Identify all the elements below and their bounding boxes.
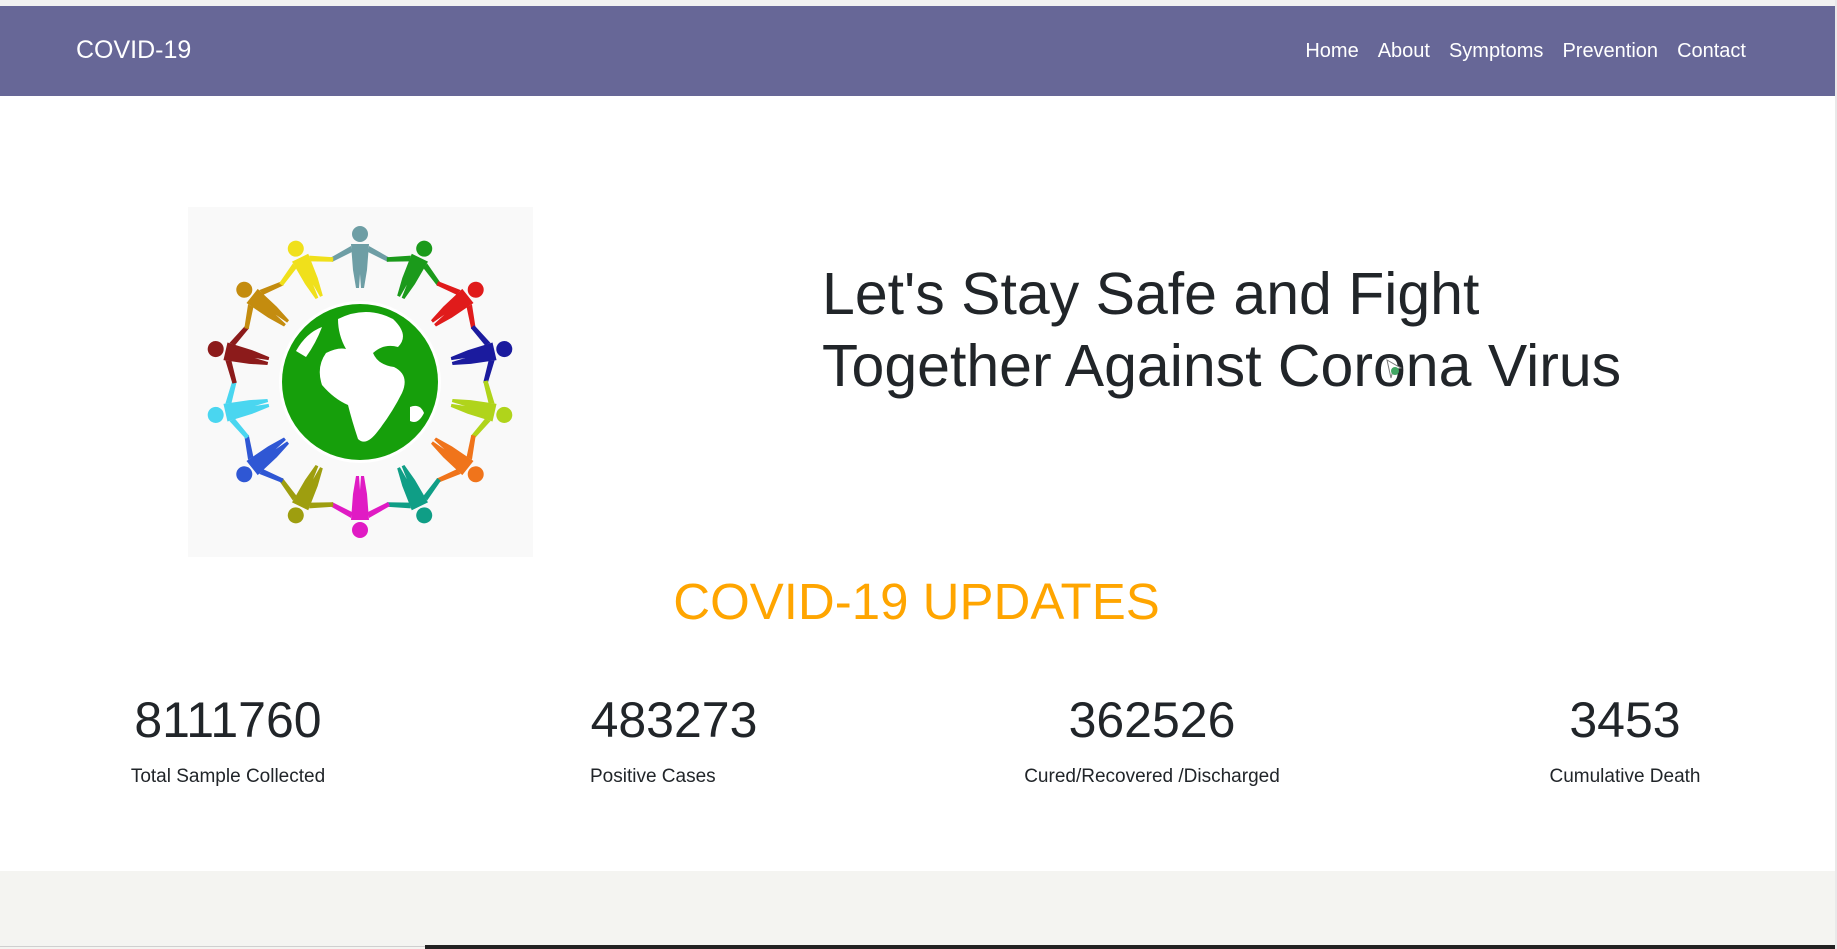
stat-label: Cumulative Death — [1549, 766, 1701, 787]
nav-link-contact[interactable]: Contact — [1677, 40, 1746, 63]
stat-value: 3453 — [1569, 692, 1681, 748]
nav-link-prevention[interactable]: Prevention — [1562, 40, 1658, 63]
nav-link-home[interactable]: Home — [1305, 40, 1358, 63]
nav-links: Home About Symptoms Prevention Contact — [1305, 40, 1746, 63]
nav-link-symptoms[interactable]: Symptoms — [1449, 40, 1543, 63]
stat-positive-cases: 483273 Positive Cases — [574, 691, 774, 788]
navbar: COVID-19 Home About Symptoms Prevention … — [0, 6, 1835, 96]
stat-label: Total Sample Collected — [130, 766, 326, 787]
hero-title-line2: Together Against Corona Virus — [822, 333, 1622, 399]
footer-bar — [425, 945, 1835, 949]
stat-value: 362526 — [1068, 692, 1236, 748]
updates-title: COVID-19 UPDATES — [0, 572, 1835, 631]
updates-title-text: COVID-19 UPDATES — [673, 573, 1160, 630]
hero-title-line1: Let's Stay Safe and Fight — [822, 261, 1480, 327]
nav-link-about[interactable]: About — [1378, 40, 1430, 63]
hero-title: Let's Stay Safe and Fight Together Again… — [822, 258, 1702, 402]
footer-divider — [0, 946, 425, 947]
people-around-globe-icon — [188, 207, 533, 557]
stat-cumulative-death: 3453 Cumulative Death — [1525, 691, 1725, 788]
stat-total-sample: 8111760 Total Sample Collected — [108, 691, 348, 788]
stat-label: Positive Cases — [590, 766, 716, 787]
stat-label: Cured/Recovered /Discharged — [1024, 766, 1280, 787]
brand-link[interactable]: COVID-19 — [76, 36, 191, 65]
stat-value: 8111760 — [134, 692, 322, 748]
footer-section — [0, 871, 1835, 949]
stat-value: 483273 — [590, 692, 758, 748]
mouse-cursor-icon — [1383, 358, 1405, 387]
stat-cured-recovered: 362526 Cured/Recovered /Discharged — [1002, 691, 1302, 788]
